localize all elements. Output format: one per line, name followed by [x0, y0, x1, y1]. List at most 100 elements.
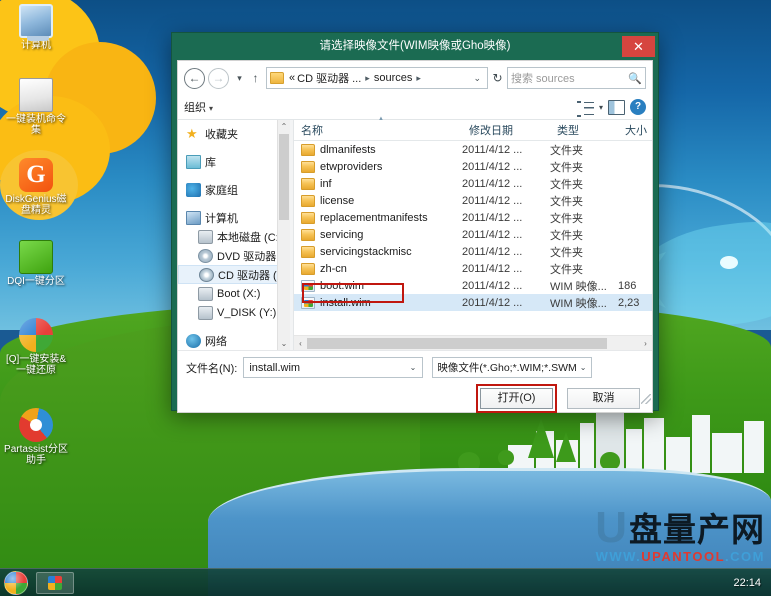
preview-pane-icon[interactable] — [608, 99, 625, 115]
file-date: 2011/4/12 ... — [462, 194, 523, 207]
folder-icon — [301, 143, 315, 156]
file-open-dialog[interactable]: 请选择映像文件(WIM映像或Gho映像) ✕ ← → ▾ ↑ « CD 驱动器 … — [171, 32, 659, 413]
wallpaper-tree-2 — [556, 432, 576, 462]
file-name: boot.wim — [320, 279, 365, 292]
file-date: 2011/4/12 ... — [462, 143, 523, 156]
breadcrumb-segment-sources[interactable]: sources — [373, 72, 414, 84]
scroll-up-icon[interactable]: ⌃ — [278, 120, 290, 133]
column-header-name[interactable]: 名称 — [294, 116, 462, 138]
close-icon[interactable]: ✕ — [622, 36, 655, 57]
scroll-left-icon[interactable]: ‹ — [294, 339, 307, 348]
desktop-icon-q-install-restore[interactable]: [Q]一键安装&一键还原 — [3, 318, 69, 376]
desktop-icon-dqi-partition[interactable]: DQI一键分区 — [3, 240, 69, 287]
address-bar[interactable]: « CD 驱动器 ... ▸ sources ▸ ⌄ — [266, 67, 488, 89]
nav-item-favorites[interactable]: ★ 收藏夹 — [178, 124, 290, 143]
table-row[interactable]: zh-cn 2011/4/12 ... 文件夹 — [294, 260, 652, 277]
file-type: WIM 映像... — [550, 280, 607, 293]
wim-file-icon — [301, 296, 315, 309]
nav-item-dvd-drive-d[interactable]: DVD 驱动器 (D:) — [178, 246, 290, 265]
back-button[interactable]: ← — [184, 67, 205, 89]
nav-item-homegroup[interactable]: 家庭组 — [178, 180, 290, 199]
scrollbar-track[interactable] — [307, 337, 639, 350]
column-header-date[interactable]: 修改日期 — [462, 122, 550, 138]
search-placeholder: 搜索 sources — [511, 73, 575, 85]
drive-icon — [198, 229, 213, 244]
nav-item-boot-x[interactable]: Boot (X:) — [178, 284, 290, 303]
nav-item-label: 计算机 — [205, 212, 238, 225]
organize-button[interactable]: 组织 ▾ — [184, 99, 213, 115]
table-row[interactable]: dlmanifests 2011/4/12 ... 文件夹 — [294, 141, 652, 158]
refresh-icon[interactable]: ↻ — [488, 67, 507, 89]
nav-item-cd-drive-e[interactable]: CD 驱动器 (E:) G — [178, 265, 290, 284]
taskbar-window-button[interactable] — [36, 571, 74, 594]
table-row[interactable]: replacementmanifests 2011/4/12 ... 文件夹 — [294, 209, 652, 226]
chevron-right-icon: ▸ — [416, 72, 421, 83]
taskbar[interactable]: 22:14 — [0, 568, 771, 596]
nav-item-vdisk-y[interactable]: V_DISK (Y:) — [178, 303, 290, 322]
desktop-icon-diskgenius[interactable]: G DiskGenius磁盘精灵 — [3, 158, 69, 216]
table-row[interactable]: servicing 2011/4/12 ... 文件夹 — [294, 226, 652, 243]
file-list[interactable]: dlmanifests 2011/4/12 ... 文件夹 etwprovide… — [294, 141, 652, 335]
nav-item-local-disk-c[interactable]: 本地磁盘 (C:) — [178, 227, 290, 246]
toolbar-row: 组织 ▾ ▾ ? — [178, 95, 652, 120]
up-button[interactable]: ↑ — [247, 68, 264, 89]
help-icon[interactable]: ? — [630, 99, 646, 115]
taskbar-clock[interactable]: 22:14 — [733, 577, 767, 589]
search-icon: 🔍 — [628, 72, 642, 85]
library-icon — [186, 154, 201, 169]
navpane-scrollbar[interactable]: ⌃ ⌄ — [277, 120, 290, 350]
column-header-size[interactable]: 大小 — [618, 122, 652, 138]
wim-file-icon — [301, 279, 315, 292]
nav-item-network[interactable]: 网络 — [178, 331, 290, 350]
chevron-down-icon[interactable]: ⌄ — [577, 363, 590, 372]
desktop-icon-label: DiskGenius磁盘精灵 — [5, 194, 67, 216]
file-date: 2011/4/12 ... — [462, 296, 523, 309]
dialog-titlebar[interactable]: 请选择映像文件(WIM映像或Gho映像) ✕ — [172, 33, 658, 60]
filename-label: 文件名(N): — [186, 362, 238, 375]
breadcrumb-segment-drive[interactable]: CD 驱动器 ... — [296, 70, 362, 86]
dvd-drive-icon — [198, 248, 213, 263]
folder-icon — [301, 228, 315, 241]
cancel-button[interactable]: 取消 — [567, 388, 640, 409]
desktop[interactable]: 计算机 一键装机命令集 G DiskGenius磁盘精灵 DQI一键分区 [Q]… — [0, 0, 771, 596]
diskgenius-icon: G — [19, 158, 53, 192]
file-type: 文件夹 — [550, 246, 583, 259]
forward-button[interactable]: → — [208, 67, 229, 89]
file-date: 2011/4/12 ... — [462, 177, 523, 190]
filename-input[interactable]: install.wim ⌄ — [243, 357, 424, 378]
chevron-down-icon[interactable]: ⌄ — [469, 73, 485, 84]
table-row-selected[interactable]: install.wim 2011/4/12 ... WIM 映像... 2,23 — [294, 294, 652, 311]
nav-item-computer[interactable]: 计算机 — [178, 208, 290, 227]
table-row[interactable]: license 2011/4/12 ... 文件夹 — [294, 192, 652, 209]
file-type: WIM 映像... — [550, 297, 607, 310]
scrollbar-thumb[interactable] — [279, 134, 289, 220]
chevron-down-icon[interactable]: ▾ — [599, 103, 603, 112]
table-row[interactable]: boot.wim 2011/4/12 ... WIM 映像... 186 — [294, 277, 652, 294]
table-row[interactable]: inf 2011/4/12 ... 文件夹 — [294, 175, 652, 192]
computer-icon — [186, 210, 201, 225]
chevron-down-icon[interactable]: ⌄ — [406, 363, 421, 372]
scrollbar-thumb[interactable] — [307, 337, 607, 349]
file-name: install.wim — [320, 296, 371, 309]
table-row[interactable]: etwproviders 2011/4/12 ... 文件夹 — [294, 158, 652, 175]
resize-grip[interactable] — [641, 394, 651, 404]
nav-item-libraries[interactable]: 库 — [178, 152, 290, 171]
file-name: license — [320, 194, 355, 207]
view-list-icon[interactable] — [576, 100, 594, 117]
open-button[interactable]: 打开(O) — [480, 388, 553, 409]
nav-item-label: Boot (X:) — [217, 287, 261, 300]
desktop-icon-partassist[interactable]: Partassist分区助手 — [3, 408, 69, 466]
desktop-icon-computer[interactable]: 计算机 — [3, 4, 69, 51]
recent-locations-button[interactable]: ▾ — [232, 68, 247, 89]
desktop-icon-one-key-command-set[interactable]: 一键装机命令集 — [3, 78, 69, 136]
column-header-type[interactable]: 类型 — [550, 122, 618, 138]
file-type-filter-select[interactable]: 映像文件(*.Gho;*.WIM;*.SWM ⌄ — [432, 357, 593, 378]
scroll-down-icon[interactable]: ⌄ — [278, 337, 290, 350]
drive-icon — [198, 286, 213, 301]
navigation-pane[interactable]: ★ 收藏夹 库 家庭组 计算机 本地磁盘 (C:) DVD 驱动器 (D:) C… — [178, 120, 290, 350]
table-row[interactable]: servicingstackmisc 2011/4/12 ... 文件夹 — [294, 243, 652, 260]
file-list-hscrollbar[interactable]: ‹ › — [294, 335, 652, 350]
start-button-icon[interactable] — [4, 570, 28, 595]
scroll-right-icon[interactable]: › — [639, 339, 652, 348]
search-input[interactable]: 搜索 sources 🔍 — [507, 67, 646, 89]
